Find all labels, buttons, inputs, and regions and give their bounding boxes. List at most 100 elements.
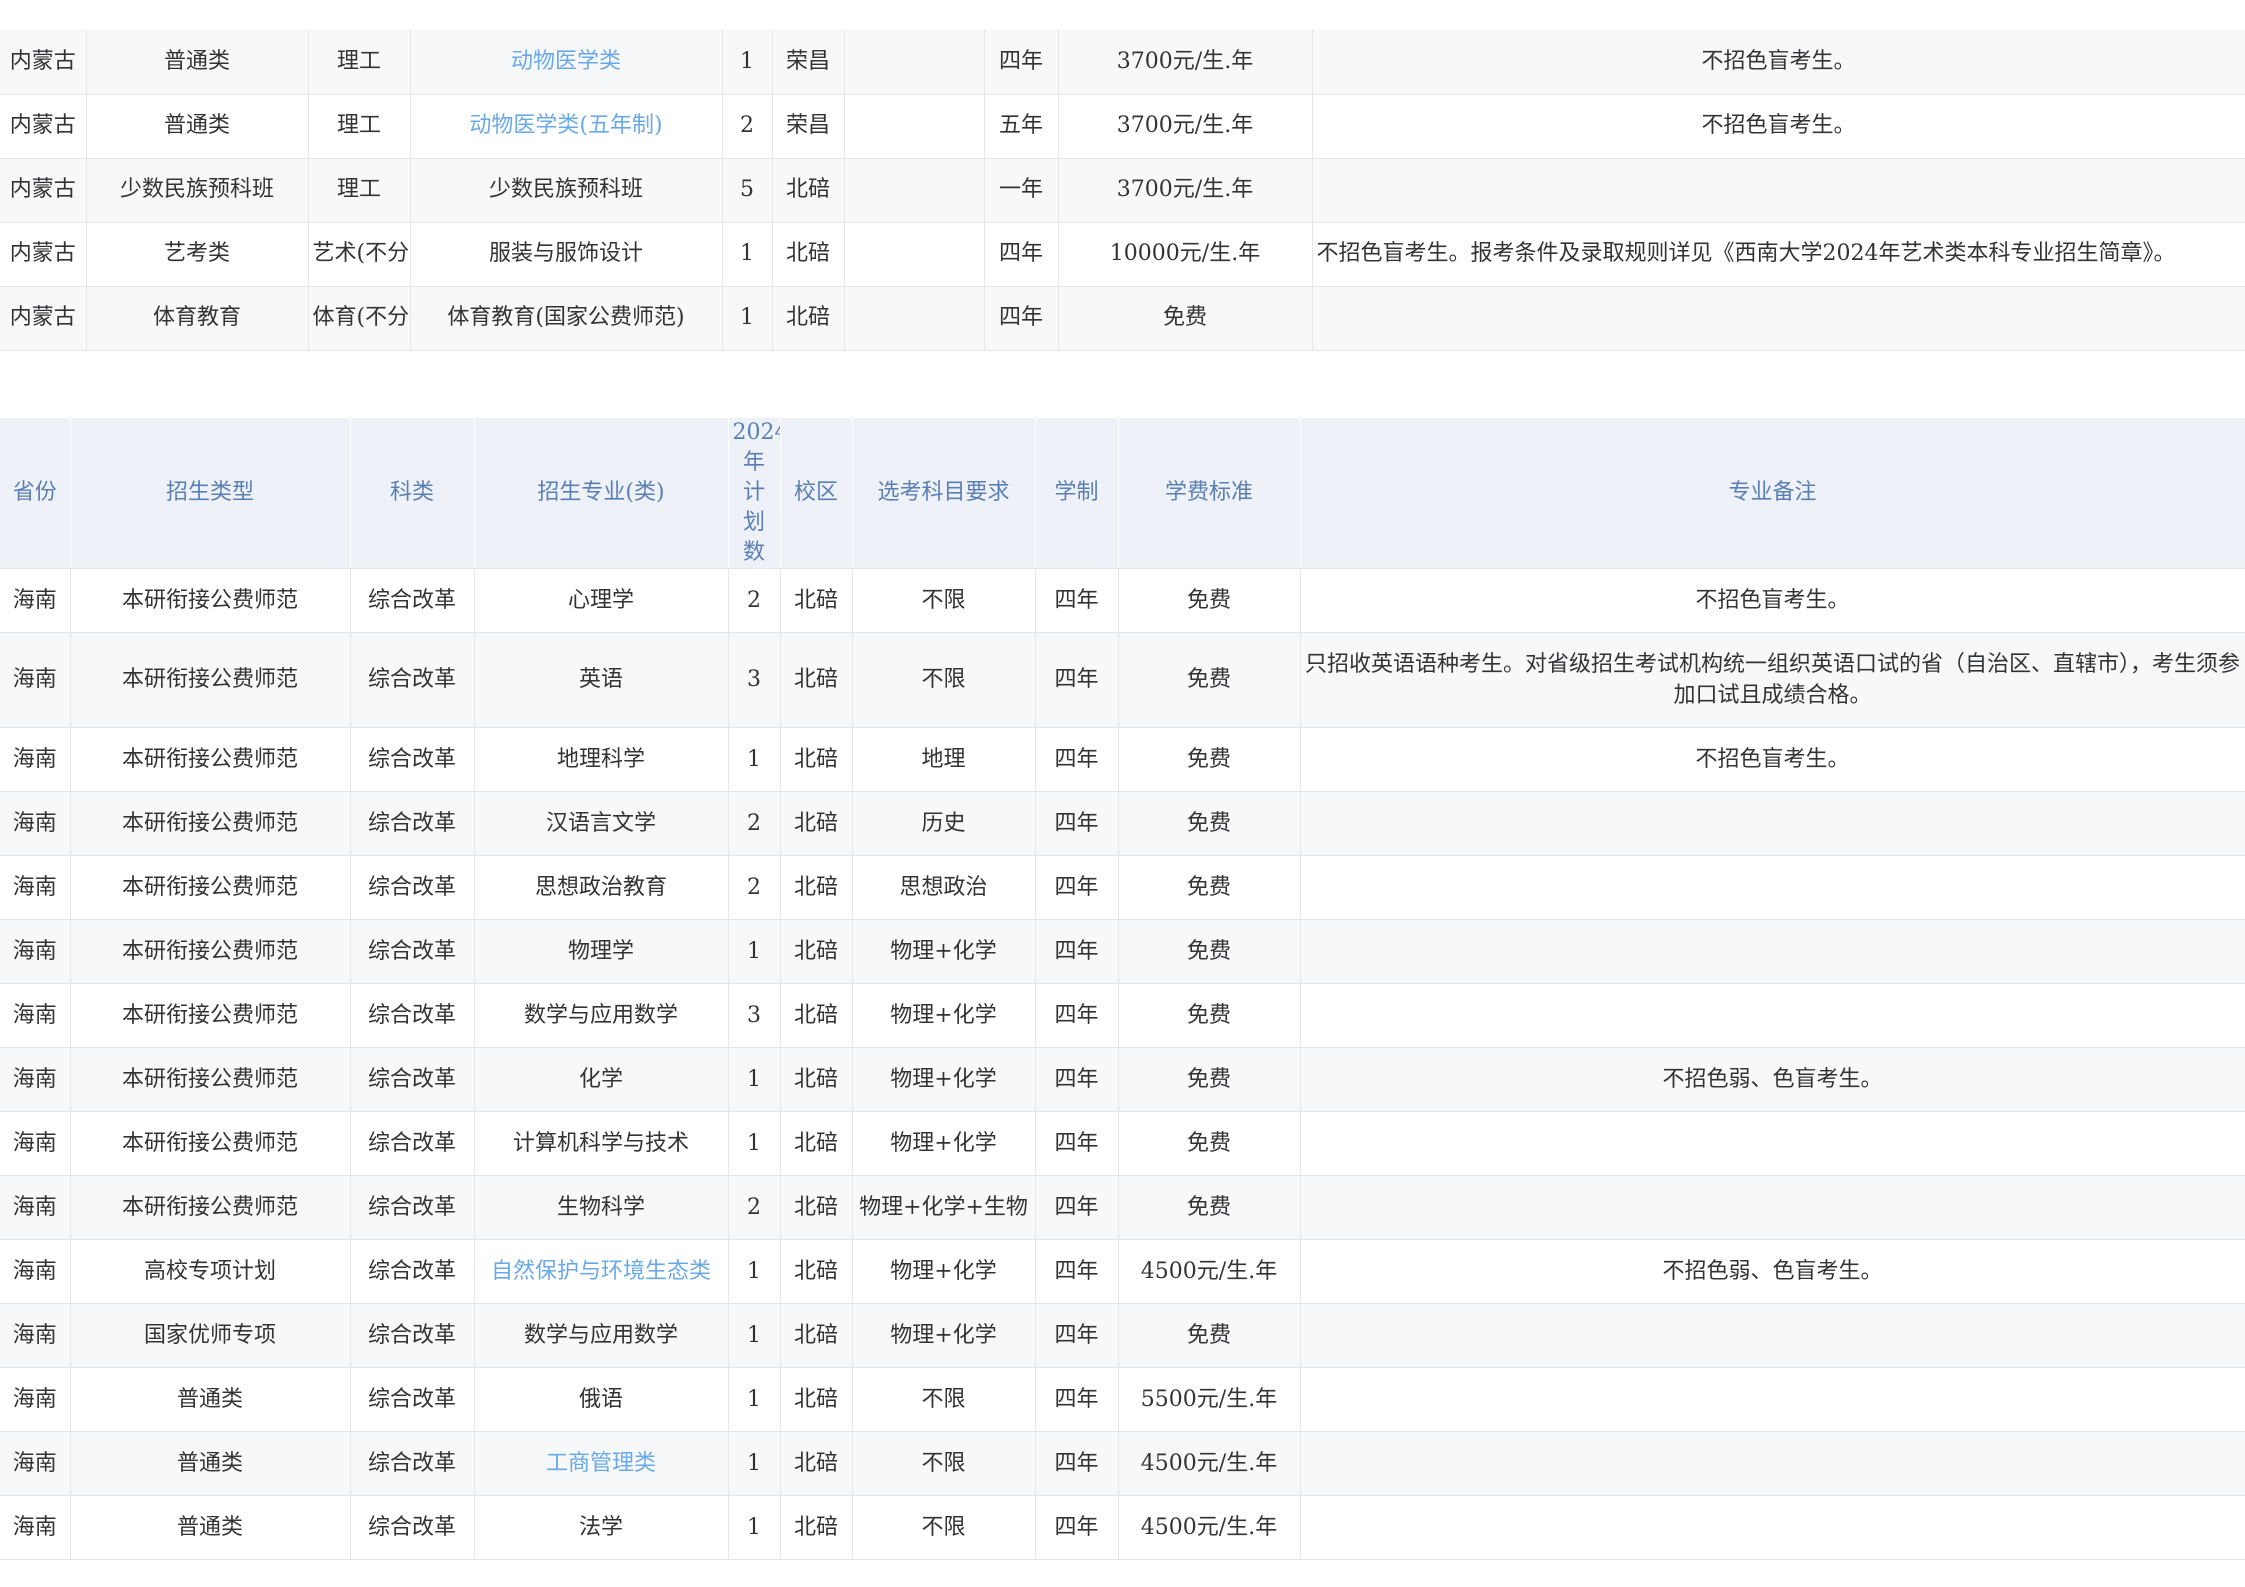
- cell-major[interactable]: 动物医学类(五年制): [410, 94, 723, 159]
- cell-subjects: 不限: [852, 1367, 1036, 1432]
- cell-major: 英语: [474, 632, 729, 728]
- table-row: 内蒙古艺考类艺术(不分文理)服装与服饰设计1北碚 四年10000元/生.年不招色盲…: [0, 222, 2245, 287]
- cell-note: 不招色盲考生。: [1312, 94, 2245, 159]
- cell-plan: 2: [728, 791, 781, 856]
- cell-plan: 2: [728, 568, 781, 633]
- cell-note: [1300, 983, 2245, 1048]
- cell-fee: 4500元/生.年: [1118, 1239, 1301, 1304]
- header-major: 招生专业(类): [474, 418, 729, 569]
- cell-fee: 免费: [1118, 1111, 1301, 1176]
- cell-duration: 四年: [1035, 1239, 1119, 1304]
- cell-type: 普通类: [70, 1431, 351, 1496]
- cell-note: [1312, 158, 2245, 223]
- table-row: 海南 本研衔接公费师范 综合改革 心理学 2 北碚 不限 四年 免费 不招色盲考生。: [0, 568, 2245, 633]
- cell-campus: 北碚: [780, 855, 853, 920]
- cell-campus: 北碚: [780, 1495, 853, 1560]
- cell-major: 少数民族预科班: [410, 158, 723, 223]
- table-header-row: 省份 招生类型 科类 招生专业(类) 2024年计划数 校区 选考科目要求 学制…: [0, 418, 2245, 569]
- cell-province: 内蒙古: [0, 286, 87, 351]
- cell-plan: 1: [722, 286, 773, 351]
- cell-duration: 四年: [984, 286, 1059, 351]
- cell-note: [1312, 286, 2245, 351]
- cell-province: 海南: [0, 983, 71, 1048]
- table-row: 海南 本研衔接公费师范 综合改革 数学与应用数学 3 北碚 物理+化学 四年 免费: [0, 983, 2245, 1048]
- cell-category: 艺术(不分文理): [308, 222, 411, 287]
- cell-plan: 3: [728, 632, 781, 728]
- cell-note: 不招色盲考生。: [1300, 727, 2245, 792]
- cell-duration: 四年: [1035, 632, 1119, 728]
- cell-fee: 免费: [1058, 286, 1313, 351]
- cell-fee: 3700元/生.年: [1058, 158, 1313, 223]
- cell-duration: 四年: [984, 222, 1059, 287]
- cell-province: 海南: [0, 727, 71, 792]
- cell-subjects: [844, 286, 985, 351]
- cell-type: 本研衔接公费师范: [70, 1047, 351, 1112]
- cell-plan: 1: [728, 1111, 781, 1176]
- cell-province: 内蒙古: [0, 158, 87, 223]
- cell-plan: 2: [728, 855, 781, 920]
- cell-major: 俄语: [474, 1367, 729, 1432]
- cell-campus: 北碚: [780, 791, 853, 856]
- cell-subjects: 物理+化学: [852, 1303, 1036, 1368]
- cell-type: 高校专项计划: [70, 1239, 351, 1304]
- cell-category: 综合改革: [350, 791, 475, 856]
- cell-category: 综合改革: [350, 568, 475, 633]
- cell-duration: 四年: [1035, 1111, 1119, 1176]
- cell-note: 不招色盲考生。: [1312, 30, 2245, 95]
- cell-category: 综合改革: [350, 1239, 475, 1304]
- cell-major: 化学: [474, 1047, 729, 1112]
- cell-type: 本研衔接公费师范: [70, 1111, 351, 1176]
- header-duration: 学制: [1035, 418, 1119, 569]
- cell-province: 海南: [0, 855, 71, 920]
- cell-subjects: 地理: [852, 727, 1036, 792]
- header-plan: 2024年计划数: [728, 418, 781, 569]
- cell-subjects: 不限: [852, 1495, 1036, 1560]
- cell-duration: 四年: [1035, 1431, 1119, 1496]
- cell-category: 理工: [308, 158, 411, 223]
- cell-province: 海南: [0, 1303, 71, 1368]
- cell-fee: 免费: [1118, 632, 1301, 728]
- cell-fee: 免费: [1118, 1175, 1301, 1240]
- table-row: 海南 本研衔接公费师范 综合改革 化学 1 北碚 物理+化学 四年 免费 不招色弱、色盲考生。: [0, 1047, 2245, 1112]
- cell-duration: 一年: [984, 158, 1059, 223]
- cell-plan: 5: [722, 158, 773, 223]
- table-row: 海南 普通类 综合改革 俄语 1 北碚 不限 四年 5500元/生.年: [0, 1367, 2245, 1432]
- cell-campus: 荣昌: [772, 94, 845, 159]
- cell-plan: 1: [722, 30, 773, 95]
- cell-major[interactable]: 动物医学类: [410, 30, 723, 95]
- cell-province: 内蒙古: [0, 30, 87, 95]
- cell-subjects: 历史: [852, 791, 1036, 856]
- cell-type: 普通类: [70, 1495, 351, 1560]
- cell-duration: 五年: [984, 94, 1059, 159]
- cell-major[interactable]: 工商管理类: [474, 1431, 729, 1496]
- cell-campus: 北碚: [780, 568, 853, 633]
- cell-fee: 3700元/生.年: [1058, 30, 1313, 95]
- table-row: 内蒙古 少数民族预科班 理工 少数民族预科班 5 北碚 一年 3700元/生.年: [0, 158, 2245, 223]
- cell-major: 数学与应用数学: [474, 983, 729, 1048]
- cell-category: 综合改革: [350, 632, 475, 728]
- cell-note: 不招色盲考生。报考条件及录取规则详见《西南大学2024年艺术类本科专业招生简章》…: [1312, 222, 2245, 287]
- cell-subjects: [844, 94, 985, 159]
- cell-plan: 1: [728, 727, 781, 792]
- cell-type: 艺考类: [86, 222, 309, 287]
- cell-major[interactable]: 自然保护与环境生态类: [474, 1239, 729, 1304]
- cell-subjects: 不限: [852, 568, 1036, 633]
- cell-subjects: [844, 158, 985, 223]
- header-campus: 校区: [780, 418, 853, 569]
- cell-fee: 免费: [1118, 791, 1301, 856]
- cell-province: 内蒙古: [0, 222, 87, 287]
- cell-campus: 北碚: [780, 1431, 853, 1496]
- cell-fee: 免费: [1118, 727, 1301, 792]
- cell-province: 海南: [0, 919, 71, 984]
- cell-campus: 北碚: [780, 1303, 853, 1368]
- cell-province: 海南: [0, 1495, 71, 1560]
- cell-category: 综合改革: [350, 1111, 475, 1176]
- cell-campus: 北碚: [780, 727, 853, 792]
- cell-major: 体育教育(国家公费师范): [410, 286, 723, 351]
- cell-category: 综合改革: [350, 1175, 475, 1240]
- cell-category: 综合改革: [350, 983, 475, 1048]
- header-province: 省份: [0, 418, 71, 569]
- cell-type: 本研衔接公费师范: [70, 1175, 351, 1240]
- cell-note: [1300, 1303, 2245, 1368]
- cell-fee: 4500元/生.年: [1118, 1495, 1301, 1560]
